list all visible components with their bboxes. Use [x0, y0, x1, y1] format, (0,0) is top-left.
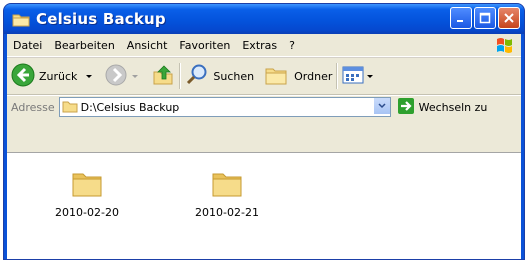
standard-toolbar: Zurück Suchen Ordner — [7, 57, 521, 95]
windows-logo-icon — [493, 35, 517, 55]
menu-help[interactable]: ? — [283, 39, 301, 52]
folders-label: Ordner — [294, 69, 333, 83]
menu-favoriten[interactable]: Favoriten — [173, 39, 236, 52]
back-button[interactable]: Zurück — [11, 61, 93, 91]
title-bar[interactable]: Celsius Backup — [4, 4, 524, 34]
menu-bar: Datei Bearbeiten Ansicht Favoriten Extra… — [7, 34, 521, 57]
folder-icon — [12, 12, 30, 27]
file-view: 2010-02-20 2010-02-21 — [7, 152, 521, 259]
chevron-down-icon[interactable] — [372, 98, 390, 114]
address-label: Adresse — [11, 100, 55, 114]
views-button[interactable] — [342, 61, 374, 91]
menu-ansicht[interactable]: Ansicht — [121, 39, 174, 52]
folder-item[interactable]: 2010-02-20 — [47, 169, 127, 219]
folder-name: 2010-02-21 — [195, 206, 259, 219]
up-folder-icon — [151, 63, 175, 90]
menu-datei[interactable]: Datei — [7, 39, 48, 52]
window-title: Celsius Backup — [36, 10, 166, 28]
search-button[interactable]: Suchen — [185, 61, 254, 91]
close-button[interactable] — [498, 7, 520, 29]
menu-bearbeiten[interactable]: Bearbeiten — [48, 39, 120, 52]
folders-icon — [264, 64, 290, 89]
folder-icon — [187, 169, 267, 202]
views-icon — [342, 65, 364, 88]
folder-icon — [62, 99, 78, 116]
maximize-button[interactable] — [474, 7, 496, 29]
folder-item[interactable]: 2010-02-21 — [187, 169, 267, 219]
back-arrow-icon — [11, 63, 35, 90]
back-label: Zurück — [39, 69, 78, 83]
forward-arrow-icon — [105, 64, 127, 89]
menu-extras[interactable]: Extras — [236, 39, 283, 52]
search-icon — [185, 63, 209, 90]
forward-button[interactable] — [105, 61, 139, 91]
folder-icon — [47, 169, 127, 202]
address-bar: Adresse D:\Celsius Backup Wechseln zu — [7, 95, 521, 118]
address-input[interactable]: D:\Celsius Backup — [58, 97, 391, 117]
address-path: D:\Celsius Backup — [80, 100, 180, 114]
go-button[interactable]: Wechseln zu — [397, 97, 488, 118]
toolbar-separator — [179, 63, 182, 89]
window-client: Datei Bearbeiten Ansicht Favoriten Extra… — [7, 34, 521, 259]
folder-name: 2010-02-20 — [55, 206, 119, 219]
search-label: Suchen — [213, 69, 255, 83]
go-label: Wechseln zu — [418, 100, 488, 114]
minimize-button[interactable] — [450, 7, 472, 29]
explorer-window: Celsius Backup Datei Bearbeiten Ansicht … — [4, 4, 524, 259]
folders-button[interactable]: Ordner — [264, 61, 332, 91]
toolbar-separator — [336, 63, 339, 89]
back-dropdown-icon[interactable] — [85, 70, 93, 83]
go-arrow-icon — [397, 97, 415, 118]
forward-dropdown-icon[interactable] — [131, 70, 139, 83]
views-dropdown-icon[interactable] — [366, 70, 374, 83]
up-folder-button[interactable] — [151, 61, 175, 91]
